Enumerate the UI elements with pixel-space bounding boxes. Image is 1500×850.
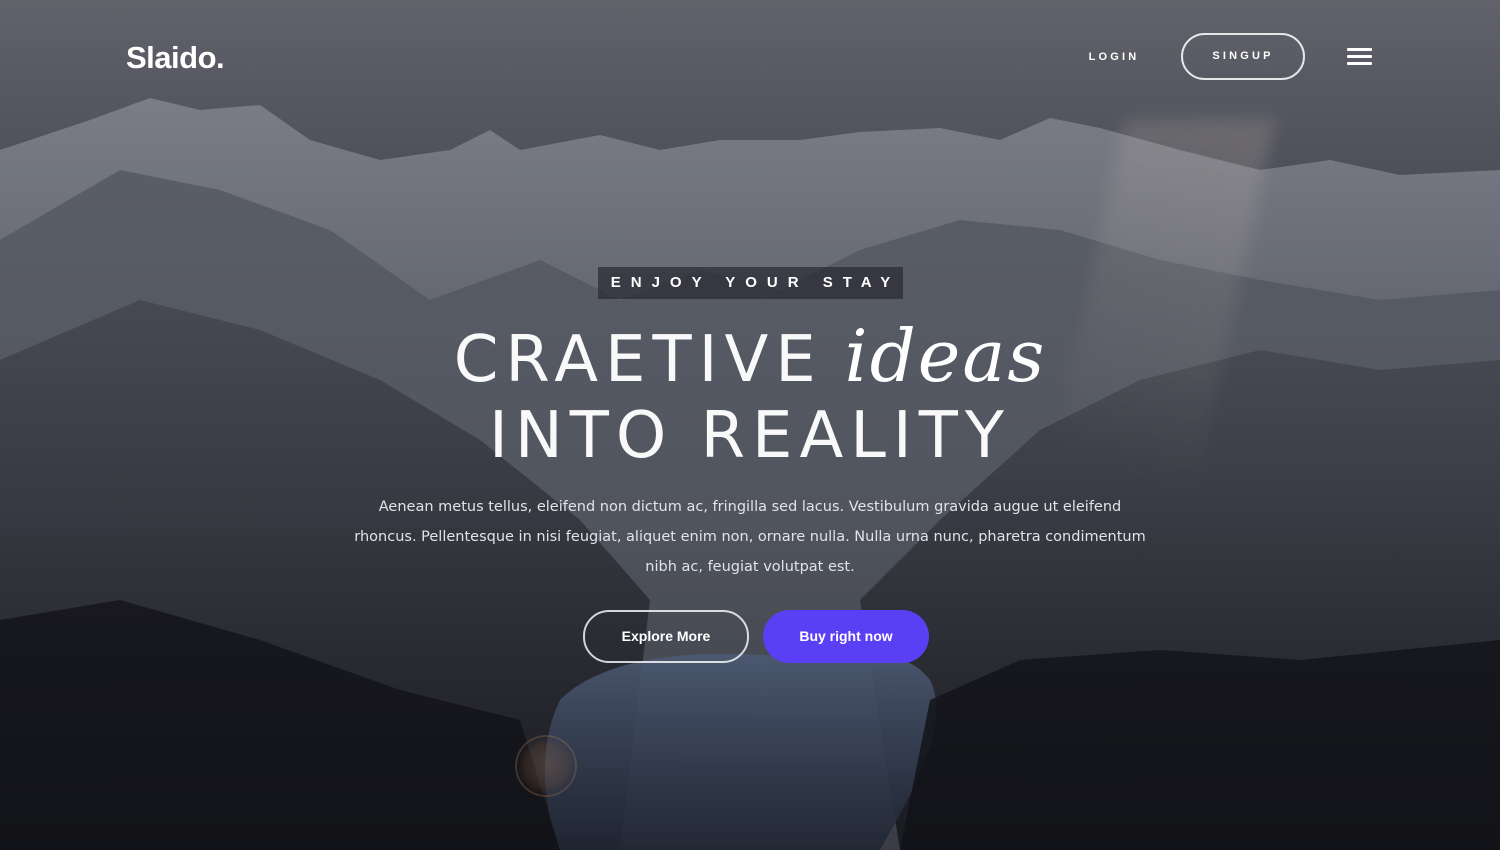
headline-main-word: CRAETIVE (453, 323, 823, 397)
buy-now-button[interactable]: Buy right now (763, 610, 929, 663)
signup-button[interactable]: SINGUP (1181, 33, 1305, 80)
hamburger-icon[interactable] (1347, 46, 1373, 68)
hero-headline-line2: INTO REALITY (0, 398, 1500, 474)
brand-logo[interactable]: Slaido. (126, 40, 225, 76)
menu-bar (1347, 62, 1372, 65)
hero-description: Aenean metus tellus, eleifend non dictum… (354, 499, 1146, 575)
hero-section: Slaido. LOGIN SINGUP ENJOY YOUR STAY CRA… (0, 0, 1500, 850)
login-link[interactable]: LOGIN (1068, 45, 1160, 69)
menu-bar (1347, 48, 1372, 51)
headline-italic-word: ideas (844, 314, 1047, 398)
hero-headline-line1: CRAETIVE ideas (0, 318, 1500, 398)
headline-line2-text: INTO REALITY (489, 399, 1011, 473)
explore-more-button[interactable]: Explore More (583, 610, 749, 663)
menu-bar (1347, 55, 1372, 58)
hero-eyebrow: ENJOY YOUR STAY (598, 267, 903, 299)
